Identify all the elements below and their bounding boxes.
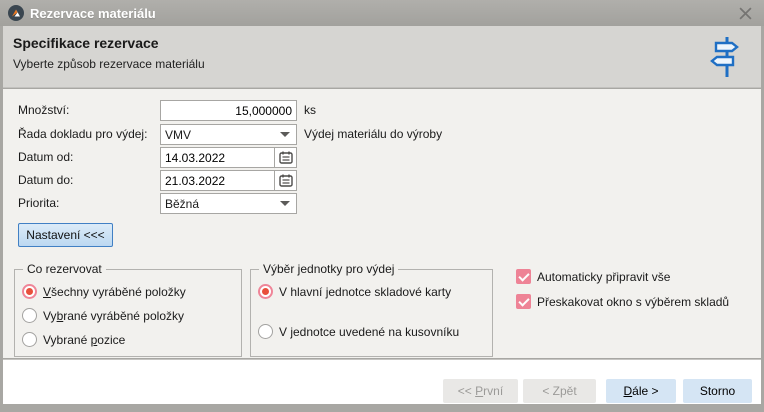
radio-label: V hlavní jednotce skladové karty bbox=[279, 285, 451, 299]
group-what-to-reserve-legend: Co rezervovat bbox=[23, 262, 106, 277]
window-title: Rezervace materiálu bbox=[30, 6, 156, 21]
radio-label: Všechny vyráběné položky bbox=[43, 285, 186, 299]
doc-series-description: Výdej materiálu do výroby bbox=[304, 124, 442, 145]
date-from-input[interactable] bbox=[161, 148, 274, 167]
checkbox-label: Automaticky připravit vše bbox=[537, 270, 670, 284]
quantity-input[interactable] bbox=[161, 101, 296, 120]
quantity-unit: ks bbox=[304, 100, 316, 121]
priority-select[interactable]: Běžná bbox=[160, 193, 297, 214]
quantity-field-wrap bbox=[160, 100, 297, 121]
settings-toggle-button[interactable]: Nastavení <<< bbox=[18, 223, 113, 247]
date-to-label: Datum do: bbox=[18, 170, 73, 191]
checkbox-checked-icon bbox=[516, 269, 531, 284]
first-button[interactable]: << První bbox=[443, 379, 518, 403]
quantity-label: Množství: bbox=[18, 100, 69, 121]
radio-icon bbox=[258, 284, 273, 299]
radio-selected-manufactured-items[interactable]: Vybrané vyráběné položky bbox=[22, 308, 184, 323]
next-button[interactable]: Dále > bbox=[606, 379, 676, 403]
dialog-rezervace-materialu: Rezervace materiálu Specifikace rezervac… bbox=[0, 0, 764, 412]
radio-label: V jednotce uvedené na kusovníku bbox=[279, 325, 459, 339]
radio-label: Vybrané pozice bbox=[43, 333, 125, 347]
wizard-header: Specifikace rezervace Vyberte způsob rez… bbox=[3, 26, 761, 88]
radio-all-manufactured-items[interactable]: Všechny vyráběné položky bbox=[22, 284, 186, 299]
radio-icon bbox=[22, 284, 37, 299]
radio-unit-from-bom[interactable]: V jednotce uvedené na kusovníku bbox=[258, 324, 459, 339]
checkbox-skip-warehouse-window[interactable]: Přeskakovat okno s výběrem skladů bbox=[516, 294, 729, 309]
close-icon[interactable] bbox=[734, 4, 756, 22]
cancel-button[interactable]: Storno bbox=[683, 379, 752, 403]
date-to-input[interactable] bbox=[161, 171, 274, 190]
radio-icon bbox=[22, 308, 37, 323]
group-what-to-reserve: Co rezervovat Všechny vyráběné položky V… bbox=[14, 269, 242, 357]
calendar-icon[interactable] bbox=[274, 171, 296, 190]
checkbox-auto-prepare-all[interactable]: Automaticky připravit vše bbox=[516, 269, 670, 284]
dialog-footer: << První < Zpět Dále > Storno bbox=[3, 359, 761, 404]
date-from-label: Datum od: bbox=[18, 147, 73, 168]
checkbox-label: Přeskakovat okno s výběrem skladů bbox=[537, 295, 729, 309]
doc-series-label: Řada dokladu pro výdej: bbox=[18, 124, 147, 145]
signpost-icon bbox=[705, 34, 745, 80]
titlebar: Rezervace materiálu bbox=[0, 0, 764, 26]
radio-main-unit-of-stock-card[interactable]: V hlavní jednotce skladové karty bbox=[258, 284, 451, 299]
priority-label: Priorita: bbox=[18, 193, 59, 214]
radio-icon bbox=[22, 332, 37, 347]
date-to-field-wrap bbox=[160, 170, 297, 191]
calendar-icon[interactable] bbox=[274, 148, 296, 167]
back-button[interactable]: < Zpět bbox=[523, 379, 596, 403]
radio-icon bbox=[258, 324, 273, 339]
radio-selected-positions[interactable]: Vybrané pozice bbox=[22, 332, 125, 347]
dialog-body: Množství: ks Řada dokladu pro výdej: VMV… bbox=[3, 89, 761, 358]
group-unit-for-issue: Výběr jednotky pro výdej V hlavní jednot… bbox=[250, 269, 493, 357]
chevron-down-icon bbox=[280, 201, 290, 206]
priority-value: Běžná bbox=[165, 197, 199, 211]
doc-series-value: VMV bbox=[165, 128, 191, 142]
page-title: Specifikace rezervace bbox=[13, 35, 159, 51]
chevron-down-icon bbox=[280, 132, 290, 137]
radio-label: Vybrané vyráběné položky bbox=[43, 309, 184, 323]
date-from-field-wrap bbox=[160, 147, 297, 168]
doc-series-select[interactable]: VMV bbox=[160, 124, 297, 145]
app-logo-icon bbox=[8, 5, 24, 21]
page-subtitle: Vyberte způsob rezervace materiálu bbox=[13, 57, 205, 71]
checkbox-checked-icon bbox=[516, 294, 531, 309]
group-unit-for-issue-legend: Výběr jednotky pro výdej bbox=[259, 262, 398, 277]
